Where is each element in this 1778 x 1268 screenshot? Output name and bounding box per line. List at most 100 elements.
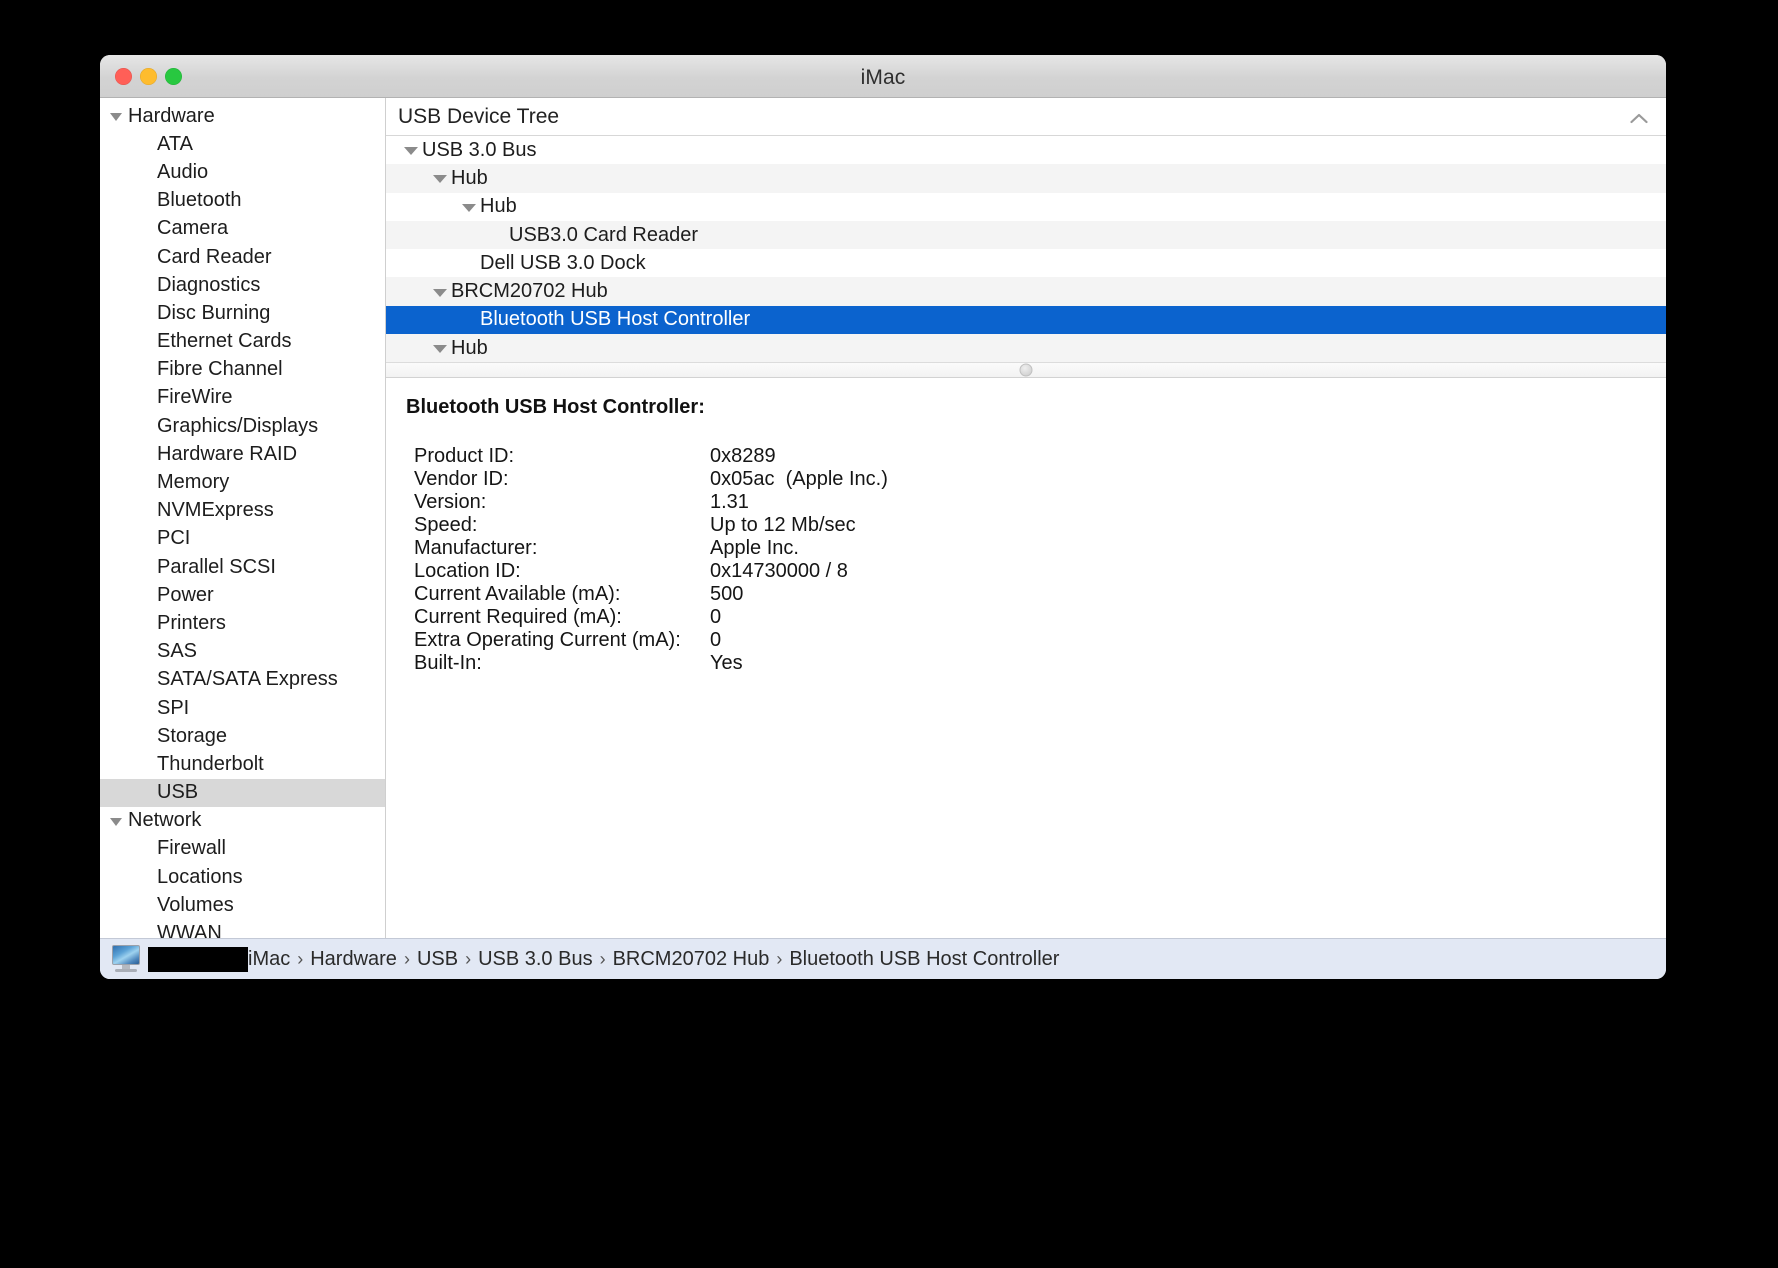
- property-row: Current Available (mA): 500: [414, 583, 1666, 606]
- tree-row-label: Dell USB 3.0 Dock: [480, 251, 646, 274]
- sidebar-item-label: SPI: [157, 696, 190, 719]
- disclosure-triangle-icon[interactable]: [402, 142, 419, 158]
- sidebar-item-label: Locations: [157, 865, 243, 888]
- sidebar-item-disc-burning[interactable]: Disc Burning: [100, 299, 385, 327]
- property-key: Extra Operating Current (mA):: [414, 629, 681, 652]
- property-value: Yes: [710, 652, 743, 675]
- property-key: Speed:: [414, 514, 478, 537]
- sidebar-item-label: Printers: [157, 611, 226, 634]
- breadcrumb-item[interactable]: iMac: [248, 948, 290, 970]
- sidebar-item-nvmexpress[interactable]: NVMExpress: [100, 497, 385, 525]
- breadcrumb-item[interactable]: Bluetooth USB Host Controller: [789, 948, 1059, 970]
- sidebar-item-card-reader[interactable]: Card Reader: [100, 243, 385, 271]
- sidebar[interactable]: Hardware ATA Audio Bluetooth Camera Card Read…: [100, 98, 386, 938]
- splitter-handle[interactable]: [1019, 363, 1033, 377]
- sidebar-item-sas[interactable]: SAS: [100, 638, 385, 666]
- disclosure-triangle-icon[interactable]: [460, 199, 477, 215]
- sidebar-item-label: NVMExpress: [157, 499, 274, 522]
- sidebar-item-firewire[interactable]: FireWire: [100, 384, 385, 412]
- breadcrumb-separator-icon: ›: [403, 948, 410, 969]
- property-key: Current Available (mA):: [414, 583, 621, 606]
- disclosure-triangle-icon[interactable]: [431, 284, 448, 300]
- tree-row-label: USB3.0 Card Reader: [509, 223, 698, 246]
- breadcrumb-item[interactable]: USB: [417, 948, 458, 970]
- device-detail-pane: Bluetooth USB Host Controller: Product I…: [386, 378, 1666, 938]
- sidebar-item-hardware-raid[interactable]: Hardware RAID: [100, 440, 385, 468]
- breadcrumb-item[interactable]: Hardware: [310, 948, 397, 970]
- property-value: 0: [710, 606, 722, 629]
- tree-row[interactable]: Bluetooth USB Host Controller: [386, 305, 1666, 335]
- chevron-up-icon[interactable]: [1630, 111, 1648, 124]
- sidebar-item-power[interactable]: Power: [100, 581, 385, 609]
- sidebar-item-audio[interactable]: Audio: [100, 158, 385, 186]
- sidebar-item-memory[interactable]: Memory: [100, 468, 385, 496]
- sidebar-item-ata[interactable]: ATA: [100, 130, 385, 158]
- sidebar-item-pci[interactable]: PCI: [100, 525, 385, 553]
- sidebar-item-usb[interactable]: USB: [100, 778, 385, 807]
- imac-base: [115, 969, 137, 972]
- sidebar-item-volumes[interactable]: Volumes: [100, 891, 385, 919]
- disclosure-triangle-icon[interactable]: [431, 340, 448, 356]
- tree-row[interactable]: Hub: [386, 193, 1666, 221]
- property-row: Extra Operating Current (mA): 0: [414, 629, 1666, 652]
- tree-row[interactable]: Hub: [386, 164, 1666, 193]
- sidebar-item-diagnostics[interactable]: Diagnostics: [100, 271, 385, 299]
- sidebar-item-thunderbolt[interactable]: Thunderbolt: [100, 750, 385, 778]
- sidebar-item-storage[interactable]: Storage: [100, 722, 385, 750]
- sidebar-item-locations[interactable]: Locations: [100, 863, 385, 891]
- breadcrumb-item[interactable]: USB 3.0 Bus: [478, 948, 593, 970]
- sidebar-item-label: Ethernet Cards: [157, 330, 292, 353]
- tree-row-label: BRCM20702 Hub: [451, 280, 608, 303]
- sidebar-item-label: SATA/SATA Express: [157, 668, 338, 691]
- property-key: Built-In:: [414, 652, 482, 675]
- breadcrumb-separator-icon: ›: [465, 948, 472, 969]
- tree-row-label: Hub: [451, 336, 488, 359]
- property-row: Location ID: 0x14730000 / 8: [414, 560, 1666, 583]
- disclosure-triangle-icon[interactable]: [431, 170, 448, 186]
- usb-device-tree[interactable]: USB 3.0 Bus Hub Hub USB3.0 Card Reader Dell …: [386, 136, 1666, 363]
- tree-row[interactable]: Hub: [386, 334, 1666, 363]
- sidebar-item-spi[interactable]: SPI: [100, 694, 385, 722]
- window-titlebar: iMac: [100, 55, 1666, 98]
- property-row: Speed: Up to 12 Mb/sec: [414, 514, 1666, 537]
- tree-row[interactable]: USB 3.0 Bus: [386, 136, 1666, 164]
- sidebar-item-sata-sata-express[interactable]: SATA/SATA Express: [100, 666, 385, 694]
- disclosure-triangle-icon[interactable]: [108, 813, 124, 829]
- system-information-window: iMac Hardware ATA Audio Bluetooth Camera Card…: [100, 55, 1666, 979]
- property-row: Product ID: 0x8289: [414, 445, 1666, 468]
- detail-title: Bluetooth USB Host Controller:: [406, 396, 705, 419]
- tree-row[interactable]: BRCM20702 Hub: [386, 277, 1666, 306]
- property-value: Up to 12 Mb/sec: [710, 514, 856, 537]
- sidebar-item-label: Firewall: [157, 837, 226, 860]
- tree-row[interactable]: USB3.0 Card Reader: [386, 220, 1666, 250]
- sidebar-item-network[interactable]: Network: [100, 807, 385, 835]
- sidebar-item-ethernet-cards[interactable]: Ethernet Cards: [100, 328, 385, 356]
- sidebar-item-firewall[interactable]: Firewall: [100, 835, 385, 863]
- tree-row[interactable]: Dell USB 3.0 Dock: [386, 249, 1666, 277]
- tree-row-label: Hub: [480, 195, 517, 218]
- sidebar-item-label: Card Reader: [157, 245, 272, 268]
- property-row: Built-In: Yes: [414, 652, 1666, 675]
- sidebar-item-label: Memory: [157, 471, 230, 494]
- pane-splitter[interactable]: [386, 362, 1666, 379]
- sidebar-item-label: Parallel SCSI: [157, 555, 276, 578]
- sidebar-item-parallel-scsi[interactable]: Parallel SCSI: [100, 553, 385, 581]
- sidebar-item-label: Volumes: [157, 893, 234, 916]
- property-key: Product ID:: [414, 445, 515, 468]
- sidebar-item-wwan[interactable]: WWAN: [100, 919, 385, 938]
- sidebar-item-hardware[interactable]: Hardware: [100, 102, 385, 130]
- sidebar-item-label: Diagnostics: [157, 273, 261, 296]
- sidebar-item-label: Power: [157, 583, 214, 606]
- breadcrumb-item[interactable]: BRCM20702 Hub: [613, 948, 770, 970]
- window-title: iMac: [860, 66, 906, 89]
- breadcrumb-separator-icon: ›: [297, 948, 304, 969]
- property-key: Version:: [414, 491, 487, 514]
- sidebar-item-printers[interactable]: Printers: [100, 609, 385, 637]
- sidebar-item-fibre-channel[interactable]: Fibre Channel: [100, 356, 385, 384]
- sidebar-item-graphics-displays[interactable]: Graphics/Displays: [100, 412, 385, 440]
- sidebar-item-camera[interactable]: Camera: [100, 215, 385, 243]
- tree-header-label: USB Device Tree: [398, 104, 560, 128]
- disclosure-triangle-icon[interactable]: [108, 108, 124, 124]
- sidebar-item-bluetooth[interactable]: Bluetooth: [100, 187, 385, 215]
